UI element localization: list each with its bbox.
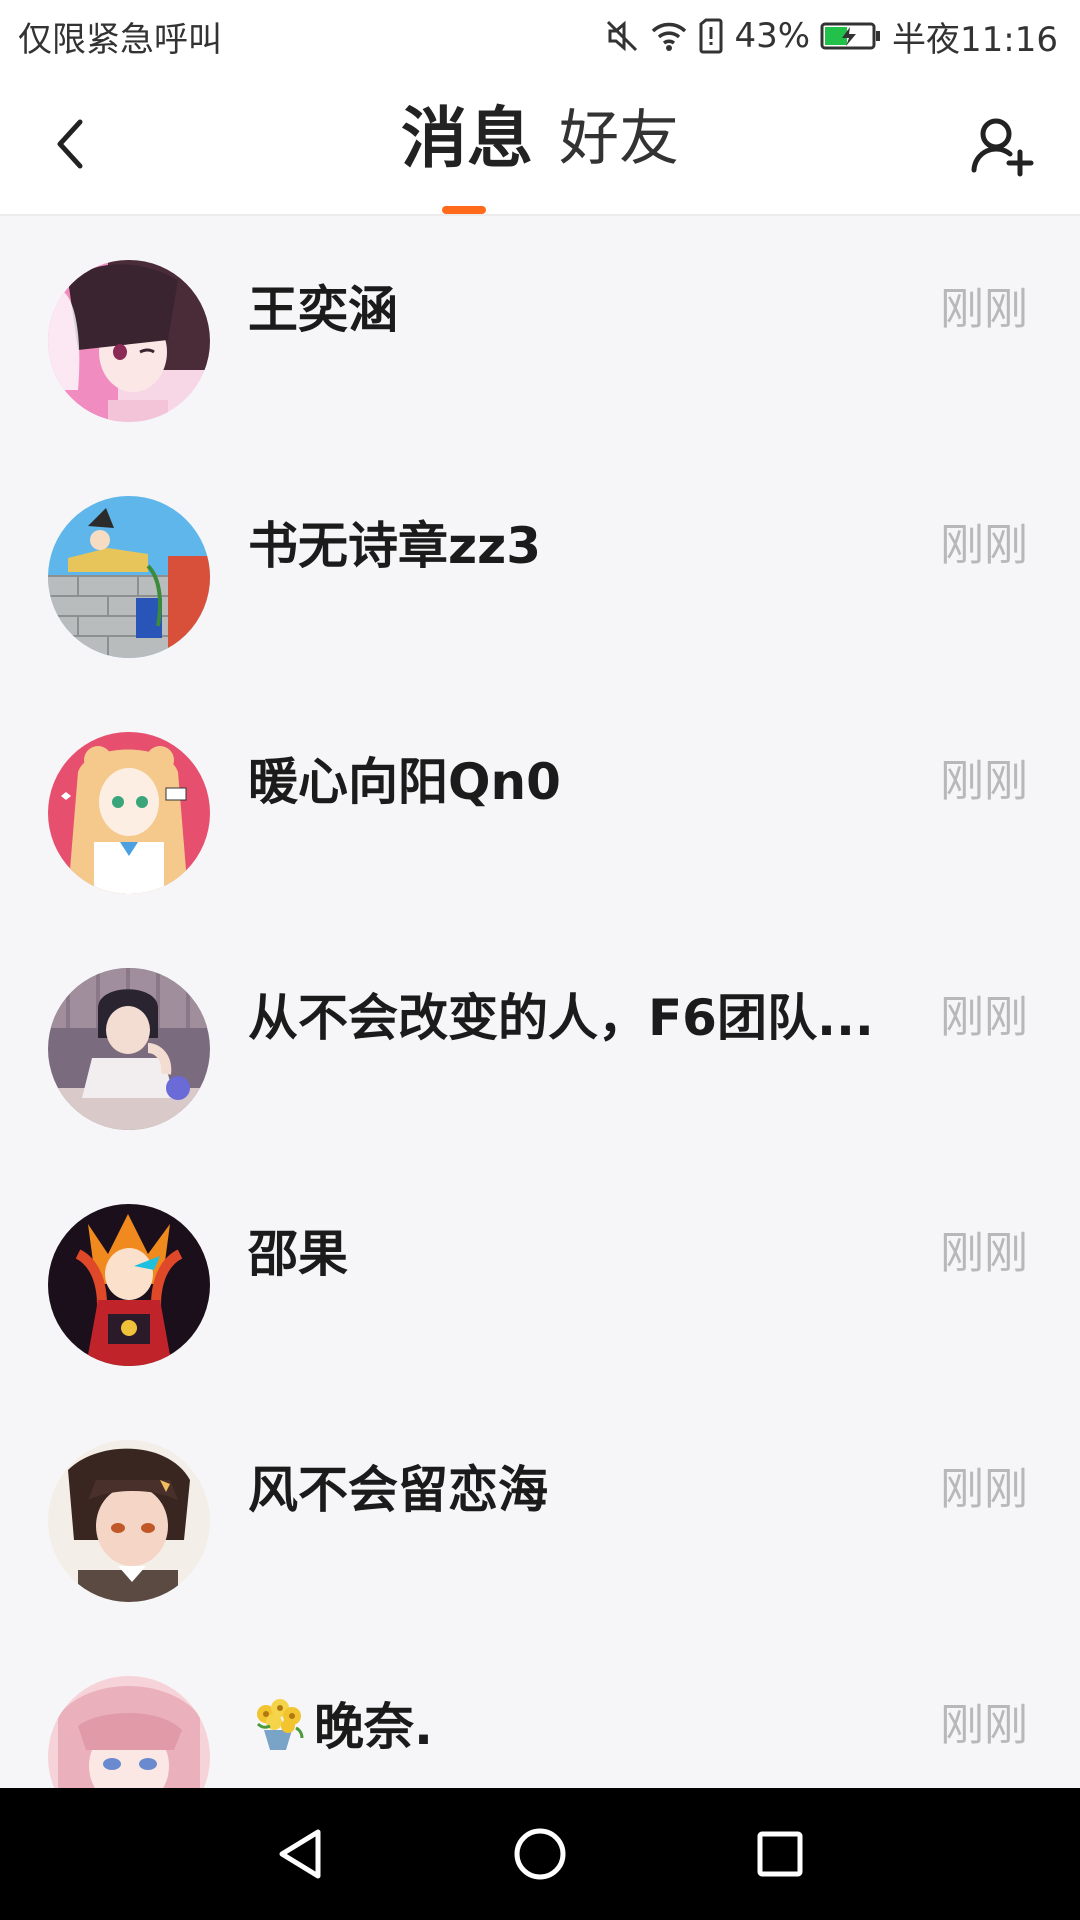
message-time: 刚刚: [940, 1464, 1028, 1515]
message-item[interactable]: 风不会留恋海 刚刚: [0, 1396, 1080, 1632]
recents-square-icon: [757, 1831, 803, 1877]
pink-hair-girl-avatar[interactable]: [48, 1676, 210, 1788]
mute-icon: [604, 18, 640, 54]
battery-percent: 43%: [734, 16, 811, 56]
message-item[interactable]: 邵果 刚刚: [0, 1160, 1080, 1396]
message-time: 刚刚: [940, 756, 1028, 807]
message-time: 刚刚: [940, 284, 1028, 335]
message-item[interactable]: 晚奈. 刚刚: [0, 1632, 1080, 1788]
status-bar: 仅限紧急呼叫 43% 半夜11:16: [0, 0, 1080, 72]
contact-name: 邵果: [248, 1225, 348, 1283]
tab-friends[interactable]: 好友: [559, 94, 679, 184]
message-item[interactable]: 书无诗章zz3 刚刚: [0, 452, 1080, 688]
message-item[interactable]: 从不会改变的人，F6团队... 刚刚: [0, 924, 1080, 1160]
message-list: 王奕涵 刚刚 书无诗章zz3 刚刚 暖心向阳Qn0 刚刚 从不会改变的人，F6团…: [0, 216, 1080, 1788]
add-friend-button[interactable]: [964, 108, 1040, 184]
contact-name: 王奕涵: [248, 281, 398, 339]
carrier-text: 仅限紧急呼叫: [18, 19, 222, 60]
rooftop-scene-avatar[interactable]: [48, 496, 210, 658]
back-triangle-icon: [279, 1829, 321, 1879]
message-time: 刚刚: [940, 520, 1028, 571]
status-icons: 43% 半夜11:16: [604, 12, 1058, 61]
boy-at-desk-avatar[interactable]: [48, 968, 210, 1130]
anime-girl-pink-avatar[interactable]: [48, 260, 210, 422]
message-time: 刚刚: [940, 992, 1028, 1043]
message-time: 刚刚: [940, 1700, 1028, 1751]
blonde-girl-pink-bg-avatar[interactable]: [48, 732, 210, 894]
brown-hair-boy-avatar[interactable]: [48, 1440, 210, 1602]
contact-name: 从不会改变的人，F6团队...: [248, 989, 874, 1047]
header: 消息 好友: [0, 72, 1080, 216]
contact-name-text: 晚奈.: [314, 1698, 433, 1756]
message-item[interactable]: 暖心向阳Qn0 刚刚: [0, 688, 1080, 924]
clock: 半夜11:16: [892, 19, 1058, 60]
nav-home-button[interactable]: [500, 1814, 580, 1894]
tab-messages[interactable]: 消息: [401, 94, 533, 184]
wifi-icon: [650, 19, 688, 53]
nav-recents-button[interactable]: [740, 1814, 820, 1894]
contact-name: 晚奈.: [248, 1694, 908, 1767]
contact-name: 书无诗章zz3: [248, 517, 541, 575]
contact-name: 暖心向阳Qn0: [248, 753, 561, 811]
battery-charging-icon: [820, 21, 882, 51]
active-tab-indicator: [442, 206, 486, 214]
sim-alert-icon: [698, 18, 724, 54]
message-time: 刚刚: [940, 1228, 1028, 1279]
tab-bar: 消息 好友: [0, 94, 1080, 184]
contact-name: 风不会留恋海: [248, 1461, 548, 1519]
system-nav-bar: [0, 1788, 1080, 1920]
home-circle-icon: [514, 1828, 566, 1880]
add-person-icon: [971, 118, 1034, 177]
nav-back-button[interactable]: [260, 1814, 340, 1894]
fiery-warrior-avatar[interactable]: [48, 1204, 210, 1366]
message-item[interactable]: 王奕涵 刚刚: [0, 216, 1080, 452]
flower-bouquet-icon: [248, 1694, 308, 1767]
